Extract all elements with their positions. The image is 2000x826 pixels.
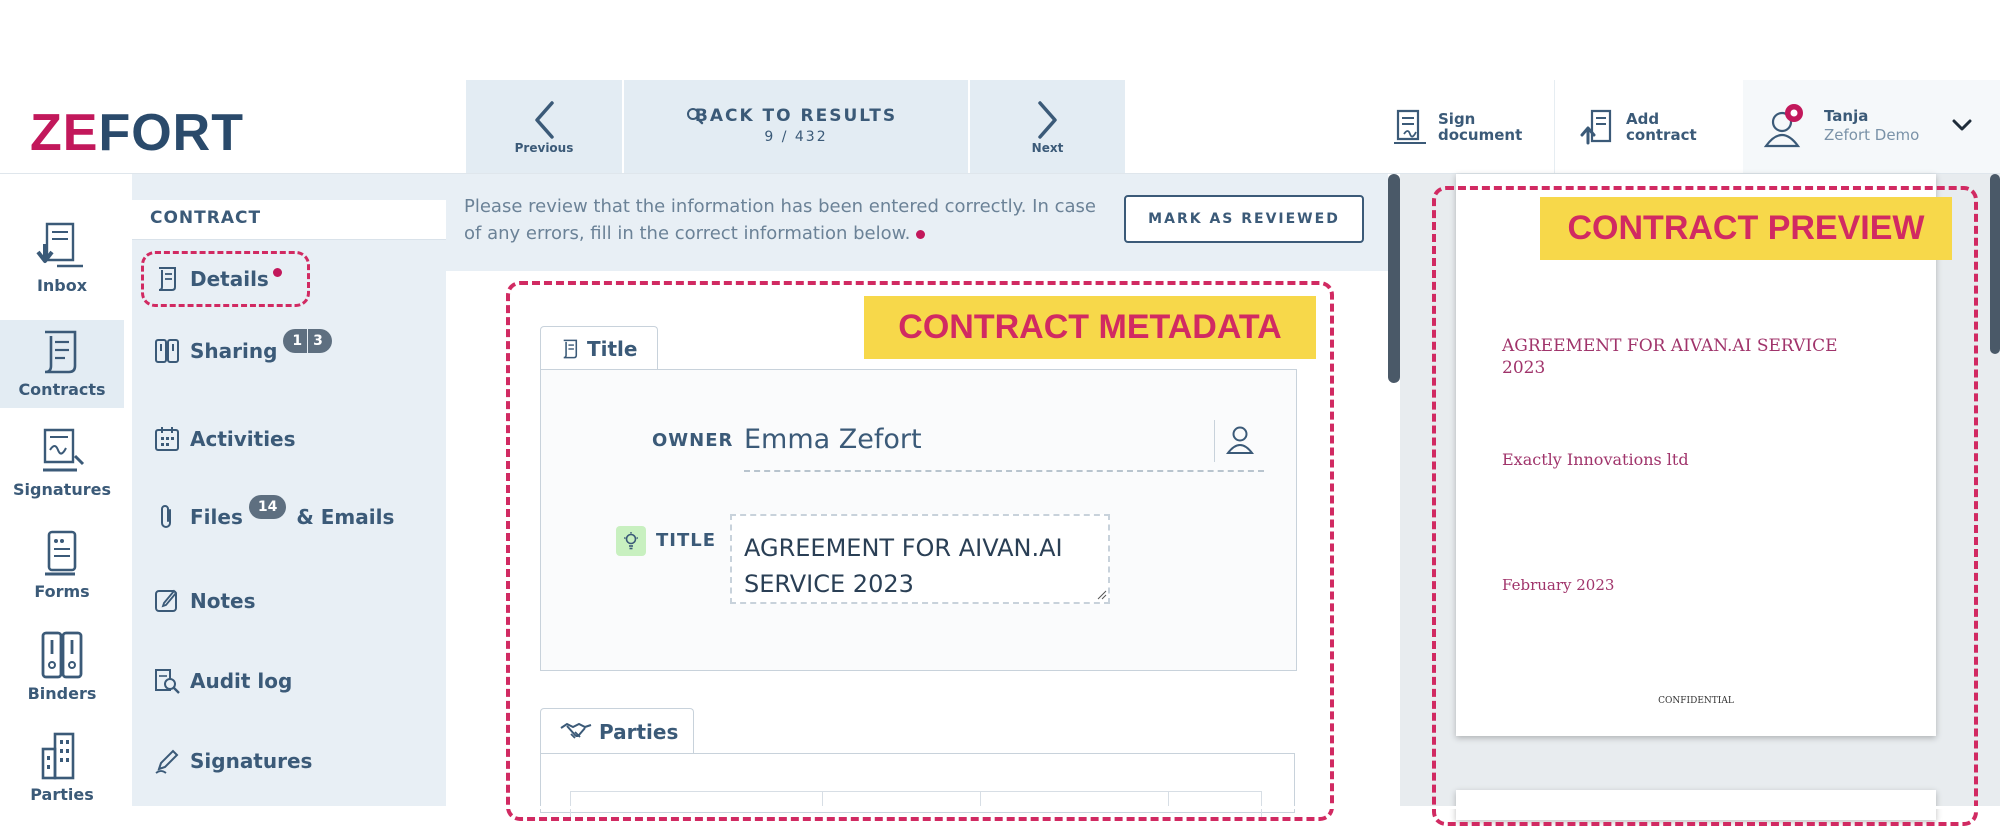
previous-label: Previous [514,141,574,155]
files-count-badge: 14 [248,495,287,519]
add-contract-line1: Add [1626,109,1660,128]
back-to-results-button[interactable]: BACK TO RESULTS 9 / 432 [624,80,968,173]
mark-as-reviewed-button[interactable]: MARK AS REVIEWED [1124,195,1364,243]
rail-item-contracts[interactable]: Contracts [0,320,124,408]
subnav-heading-text: CONTRACT [150,208,262,228]
rail-item-forms[interactable]: Forms [0,528,124,601]
subnav-label-audit-log: Audit log [190,669,293,693]
sign-document-button[interactable]: Sign document [1390,80,1522,173]
subnav-item-audit-log[interactable]: Audit log [152,666,292,696]
subnav-heading: CONTRACT [132,200,446,240]
contract-scroll-icon [44,330,77,374]
user-organization: Zefort Demo [1824,126,1920,144]
subnav-label-activities: Activities [190,427,296,451]
toolbar-divider [1554,80,1555,173]
previous-button[interactable]: Previous [466,80,622,173]
signature-icon [43,428,85,472]
sharing-badge-users: 1 [283,329,308,353]
rail-label-binders: Binders [27,684,97,703]
logo-part-1: ZE [30,104,99,162]
chevron-down-icon[interactable] [1952,118,1972,132]
inbox-icon [36,222,83,268]
pen-icon [155,749,179,774]
sign-document-icon [1394,109,1426,144]
subnav-label-files: Files [190,505,243,529]
next-label: Next [1031,141,1064,155]
contract-preview-annotation: CONTRACT PREVIEW [1540,197,1952,260]
notes-icon [155,589,178,612]
rail-item-signatures[interactable]: Signatures [0,426,124,499]
next-button[interactable]: Next [970,80,1125,173]
rail-item-parties[interactable]: Parties [0,731,124,804]
sign-document-line2: document [1438,125,1523,144]
audit-log-icon [155,669,180,694]
building-icon [41,732,75,780]
add-contract-button[interactable]: Add contract [1578,80,1697,173]
add-contract-line2: contract [1626,125,1697,144]
subnav-label-signatures: Signatures [190,749,313,773]
sharing-badge-groups: 3 [308,329,332,353]
rail-label-parties: Parties [30,785,94,804]
user-avatar-icon [1763,104,1803,148]
chevron-left-icon [535,101,554,139]
details-annotation-outline [141,251,310,307]
subnav-item-notes[interactable]: Notes [152,586,256,616]
back-to-results-label: BACK TO RESULTS [694,106,898,126]
sharing-binder-icon [155,339,179,363]
rail-item-binders[interactable]: Binders [0,630,124,703]
subnav-item-files[interactable]: Files 14 & Emails [152,495,395,532]
subnav-item-signatures[interactable]: Signatures [152,746,312,776]
rail-item-inbox[interactable]: Inbox [0,220,124,295]
rail-label-contracts: Contracts [18,380,106,399]
binder-icon [41,631,83,679]
preview-scrollbar[interactable] [1990,174,2000,354]
main-scrollbar[interactable] [1388,174,1400,383]
subnav-label-sharing: Sharing [190,339,278,363]
rail-label-inbox: Inbox [36,276,88,295]
unreviewed-dot-banner [916,230,926,239]
review-banner-message: Please review that the information has b… [464,196,1096,244]
add-contract-icon [1580,109,1612,144]
preview-annotation-outline [1432,186,1978,826]
subnav-label-notes: Notes [190,589,256,613]
calendar-icon [155,427,179,451]
logo-part-2: FORT [98,104,244,162]
paperclip-icon [161,505,171,528]
chevron-right-icon [1037,101,1057,139]
metadata-annotation-outline [506,281,1334,821]
rail-label-forms: Forms [34,582,90,601]
result-position: 9 / 432 [764,129,828,145]
subnav-label-emails: & Emails [296,505,395,529]
user-name: Tanja [1824,107,1869,125]
sign-document-line1: Sign [1438,109,1476,128]
subnav-item-activities[interactable]: Activities [152,424,296,454]
contract-metadata-annotation: CONTRACT METADATA [864,296,1316,359]
rail-label-signatures: Signatures [13,480,111,499]
search-icon [687,108,704,125]
zefort-logo[interactable]: ZEFORT [30,103,244,163]
subnav-item-sharing[interactable]: Sharing 13 [152,329,332,366]
review-banner-text: Please review that the information has b… [464,193,1104,247]
form-icon [45,530,77,576]
